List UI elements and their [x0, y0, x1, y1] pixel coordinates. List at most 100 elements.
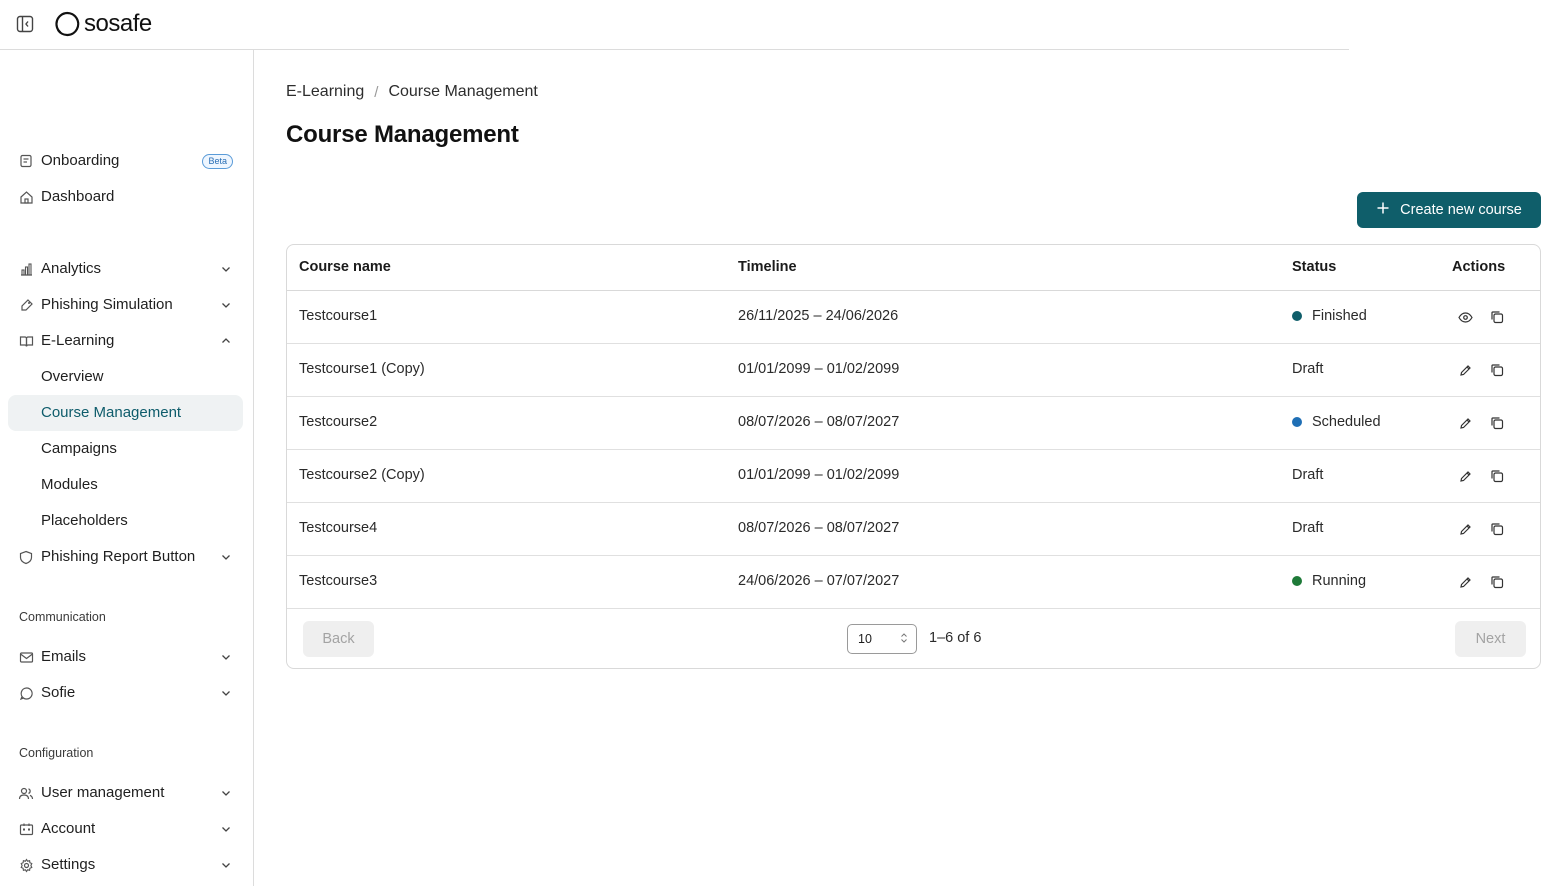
gear-icon	[18, 857, 34, 873]
main-content: E-Learning / Course Management Course Ma…	[254, 50, 1560, 886]
column-header-status[interactable]: Status	[1292, 259, 1336, 275]
duplicate-icon[interactable]	[1487, 572, 1507, 592]
building-icon	[18, 821, 34, 837]
course-timeline: 24/06/2026 – 07/07/2027	[738, 573, 900, 589]
sidebar-item-phishing-report-button[interactable]: Phishing Report Button	[8, 539, 243, 575]
duplicate-icon[interactable]	[1487, 519, 1507, 539]
select-arrows-icon	[900, 632, 908, 647]
sidebar-item-label: Account	[41, 820, 96, 837]
table-row[interactable]: Testcourse1 (Copy) 01/01/2099 – 01/02/209…	[287, 344, 1540, 397]
sidebar-item-label: Campaigns	[41, 440, 117, 457]
table-row[interactable]: Testcourse4 08/07/2026 – 08/07/2027 Draft	[287, 503, 1540, 556]
status-badge: Draft	[1292, 520, 1323, 536]
breadcrumb: E-Learning / Course Management	[286, 83, 538, 101]
page-size-select[interactable]: 10	[847, 624, 917, 654]
sidebar-toggle-icon[interactable]	[15, 14, 35, 34]
edit-icon[interactable]	[1455, 466, 1475, 486]
status-text: Running	[1312, 573, 1367, 589]
sidebar-item-label: Modules	[41, 476, 98, 493]
logo-mark-icon	[55, 11, 80, 37]
status-dot	[1292, 417, 1302, 427]
edit-icon[interactable]	[1455, 572, 1475, 592]
sidebar-item-label: Sofie	[41, 684, 76, 701]
beta-badge: Beta	[202, 154, 233, 169]
sidebar: Onboarding Beta Dashboard Analytics Phis…	[0, 50, 254, 886]
edit-icon[interactable]	[1455, 360, 1475, 380]
duplicate-icon[interactable]	[1487, 413, 1507, 433]
create-new-course-button[interactable]: Create new course	[1357, 192, 1541, 228]
chevron-down-icon	[219, 686, 233, 700]
sidebar-item-sofie[interactable]: Sofie	[8, 675, 243, 711]
sidebar-item-label: E-Learning	[41, 332, 115, 349]
sidebar-item-e-learning[interactable]: E-Learning	[8, 323, 243, 359]
table-row[interactable]: Testcourse1 26/11/2025 – 24/06/2026 Finish…	[287, 291, 1540, 344]
sidebar-item-label: User management	[41, 784, 165, 801]
table-row[interactable]: Testcourse2 08/07/2026 – 08/07/2027 Schedu…	[287, 397, 1540, 450]
courses-table: Course name Timeline Status Actions Test…	[286, 244, 1541, 669]
create-new-course-label: Create new course	[1400, 202, 1522, 218]
sidebar-item-course-management[interactable]: Course Management	[8, 395, 243, 431]
duplicate-icon[interactable]	[1487, 466, 1507, 486]
status-badge: Finished	[1292, 308, 1367, 324]
sidebar-item-emails[interactable]: Emails	[8, 639, 243, 675]
sidebar-item-label: Onboarding	[41, 152, 120, 169]
sidebar-item-placeholders[interactable]: Placeholders	[8, 503, 243, 539]
plus-icon	[1376, 201, 1390, 219]
sidebar-item-phishing-simulation[interactable]: Phishing Simulation	[8, 287, 243, 323]
status-badge: Running	[1292, 573, 1366, 589]
status-dot	[1292, 311, 1302, 321]
column-header-course-name[interactable]: Course name	[299, 259, 391, 275]
status-text: Draft	[1292, 361, 1324, 377]
chevron-down-icon	[219, 262, 233, 276]
sidebar-item-modules[interactable]: Modules	[8, 467, 243, 503]
chevron-down-icon	[219, 650, 233, 664]
shield-icon	[18, 549, 34, 565]
sidebar-item-campaigns[interactable]: Campaigns	[8, 431, 243, 467]
sidebar-item-overview[interactable]: Overview	[8, 359, 243, 395]
section-label-configuration: Configuration	[19, 746, 94, 760]
course-name: Testcourse2 (Copy)	[299, 467, 425, 483]
status-text: Scheduled	[1312, 414, 1381, 430]
clipboard-icon	[18, 153, 34, 169]
hook-icon	[18, 297, 34, 313]
breadcrumb-e-learning[interactable]: E-Learning	[286, 83, 364, 101]
table-row[interactable]: Testcourse3 24/06/2026 – 07/07/2027 Runnin…	[287, 556, 1540, 609]
sosafe-logo[interactable]: sosafe	[54, 10, 152, 38]
status-badge: Scheduled	[1292, 414, 1381, 430]
column-header-timeline[interactable]: Timeline	[738, 259, 797, 275]
status-text: Draft	[1292, 467, 1324, 483]
users-icon	[18, 785, 34, 801]
table-row[interactable]: Testcourse2 (Copy) 01/01/2099 – 01/02/209…	[287, 450, 1540, 503]
chevron-down-icon	[219, 822, 233, 836]
sidebar-item-label: Overview	[41, 368, 104, 385]
view-icon[interactable]	[1455, 307, 1475, 327]
home-icon	[18, 189, 34, 205]
sidebar-item-account[interactable]: Account	[8, 811, 243, 847]
back-button[interactable]: Back	[303, 621, 374, 657]
course-timeline: 26/11/2025 – 24/06/2026	[738, 308, 899, 324]
duplicate-icon[interactable]	[1487, 307, 1507, 327]
chevron-down-icon	[219, 786, 233, 800]
page-size-value: 10	[858, 632, 872, 646]
page-title: Course Management	[286, 121, 519, 148]
course-name: Testcourse1	[299, 308, 378, 324]
sidebar-item-user-management[interactable]: User management	[8, 775, 243, 811]
edit-icon[interactable]	[1455, 519, 1475, 539]
sidebar-item-onboarding[interactable]: Onboarding Beta	[8, 143, 243, 179]
course-name: Testcourse2	[299, 414, 378, 430]
sidebar-item-settings[interactable]: Settings	[8, 847, 243, 883]
course-timeline: 01/01/2099 – 01/02/2099	[738, 361, 900, 377]
duplicate-icon[interactable]	[1487, 360, 1507, 380]
edit-icon[interactable]	[1455, 413, 1475, 433]
table-header: Course name Timeline Status Actions	[287, 245, 1540, 291]
next-button[interactable]: Next	[1455, 621, 1526, 657]
chat-icon	[18, 685, 34, 701]
chevron-down-icon	[219, 550, 233, 564]
column-header-actions: Actions	[1452, 259, 1506, 275]
chevron-down-icon	[219, 298, 233, 312]
sidebar-item-label: Analytics	[41, 260, 102, 277]
sidebar-item-dashboard[interactable]: Dashboard	[8, 179, 243, 215]
sidebar-item-analytics[interactable]: Analytics	[8, 251, 243, 287]
pagination: Back 10 1–6 of 6 Next	[287, 609, 1540, 668]
section-label-communication: Communication	[19, 610, 106, 624]
